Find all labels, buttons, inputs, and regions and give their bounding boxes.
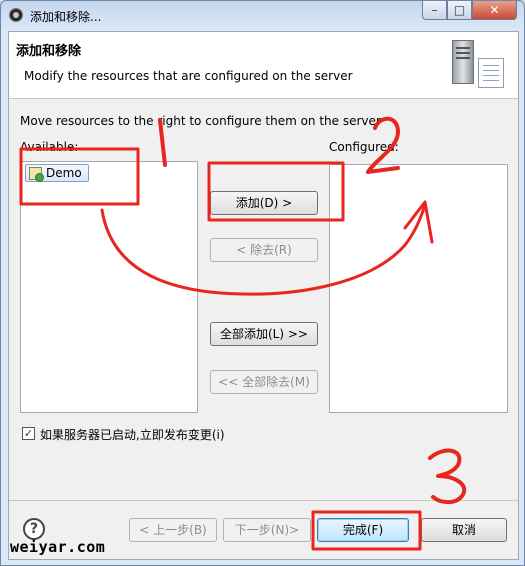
remove-button[interactable]: < 除去(R) [210,238,318,262]
web-project-icon [29,166,44,182]
window-title: 添加和移除... [30,10,102,24]
available-list[interactable]: Demo [20,161,198,413]
page-title: 添加和移除 [16,44,82,59]
cancel-button[interactable]: 取消 [421,518,507,542]
dialog-body: 添加和移除 Modify the resources that are conf… [8,31,519,560]
back-button[interactable]: < 上一步(B) [129,518,217,542]
close-button[interactable]: ✕ [472,1,517,20]
help-button[interactable]: ? [23,518,45,540]
eclipse-app-icon [9,8,23,22]
title-bar[interactable]: 添加和移除... – □ ✕ [1,1,524,29]
publish-checkbox-label: 如果服务器已启动,立即发布变更(i) [40,428,225,442]
server-doc-icon [452,38,507,88]
dialog-window: 添加和移除... – □ ✕ 添加和移除 Modify the resource… [0,0,525,566]
add-button[interactable]: 添加(D) > [210,191,318,215]
watermark-text: weiyar.com [10,538,106,556]
wizard-header: 添加和移除 Modify the resources that are conf… [9,32,518,99]
footer-divider [9,500,518,501]
list-item-demo[interactable]: Demo [25,164,89,182]
configured-label: Configured: [329,140,399,154]
next-button[interactable]: 下一步(N)> [223,518,311,542]
finish-button[interactable]: 完成(F) [317,518,409,542]
list-item-label: Demo [46,166,82,180]
maximize-button[interactable]: □ [447,1,472,20]
instructions-text: Move resources to the right to configure… [20,114,381,128]
remove-all-button[interactable]: << 全部除去(M) [210,370,318,394]
page-subtitle: Modify the resources that are configured… [24,69,353,83]
available-label: Available: [20,140,79,154]
add-all-button[interactable]: 全部添加(L) >> [210,322,318,346]
configured-list[interactable] [329,164,508,413]
minimize-button[interactable]: – [422,1,447,20]
publish-checkbox[interactable]: ✓ [22,427,35,440]
